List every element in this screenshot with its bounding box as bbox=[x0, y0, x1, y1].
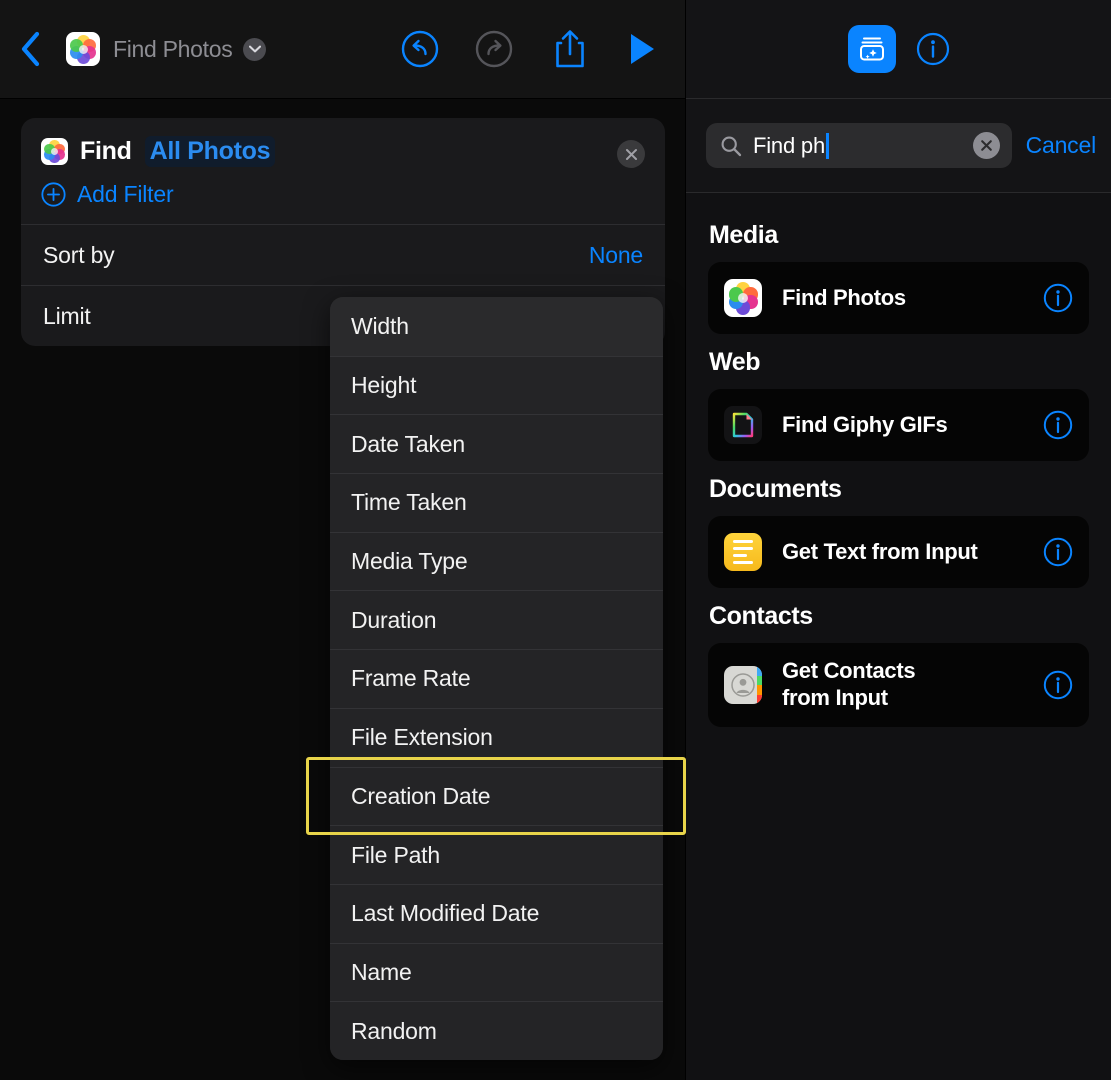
info-circle-icon[interactable] bbox=[1043, 537, 1073, 567]
section-header-web: Web bbox=[709, 348, 761, 376]
limit-label: Limit bbox=[43, 302, 91, 329]
gif-page-icon bbox=[732, 412, 754, 438]
sort-by-value[interactable]: None bbox=[589, 242, 643, 269]
redo-icon bbox=[475, 30, 513, 68]
redo-button[interactable] bbox=[465, 20, 523, 78]
contacts-app-icon bbox=[724, 666, 762, 704]
search-icon bbox=[721, 136, 742, 156]
find-title-row: Find All Photos bbox=[41, 136, 647, 167]
result-item-get-text-from-input[interactable]: Get Text from Input bbox=[708, 516, 1089, 588]
editor-toolbar: Find Photos bbox=[0, 0, 685, 99]
undo-button[interactable] bbox=[391, 20, 449, 78]
clear-search-button[interactable] bbox=[972, 132, 1000, 159]
section-header-documents: Documents bbox=[709, 475, 842, 503]
menu-item-creation-date[interactable]: Creation Date bbox=[330, 766, 663, 826]
back-button[interactable] bbox=[8, 25, 52, 73]
library-toolbar bbox=[686, 0, 1111, 99]
person-icon bbox=[731, 673, 755, 697]
cancel-search-button[interactable]: Cancel bbox=[1012, 132, 1111, 159]
menu-item-name[interactable]: Name bbox=[330, 942, 663, 1002]
chevron-down-icon bbox=[248, 45, 261, 53]
search-results-list: Media Find Photos Web Find Giphy GIFs Do… bbox=[686, 193, 1111, 727]
result-item-get-contacts-from-input[interactable]: Get Contacts from Input bbox=[708, 643, 1089, 727]
shortcut-editor-panel: Find Photos Find All Photos Add Filter S… bbox=[0, 0, 686, 1080]
section-header-media: Media bbox=[709, 221, 778, 249]
play-icon bbox=[631, 34, 654, 64]
find-card-header: Find All Photos Add Filter bbox=[21, 118, 665, 224]
result-item-label: Get Contacts from Input bbox=[782, 658, 916, 710]
menu-item-height[interactable]: Height bbox=[330, 355, 663, 415]
menu-item-file-path[interactable]: File Path bbox=[330, 825, 663, 884]
share-button[interactable] bbox=[541, 20, 599, 78]
photos-app-icon bbox=[724, 279, 762, 317]
info-circle-icon[interactable] bbox=[1043, 283, 1073, 313]
menu-item-file-extension[interactable]: File Extension bbox=[330, 707, 663, 767]
share-icon bbox=[556, 30, 584, 68]
chevron-left-icon bbox=[21, 31, 40, 67]
result-item-find-giphy-gifs[interactable]: Find Giphy GIFs bbox=[708, 389, 1089, 461]
result-item-label: Find Giphy GIFs bbox=[782, 411, 948, 437]
search-input-value: Find ph bbox=[753, 132, 825, 158]
menu-item-time-taken[interactable]: Time Taken bbox=[330, 473, 663, 532]
result-item-label: Find Photos bbox=[782, 284, 906, 310]
find-source-token[interactable]: All Photos bbox=[144, 136, 276, 167]
menu-item-random[interactable]: Random bbox=[330, 1001, 663, 1060]
info-circle-icon bbox=[916, 32, 949, 66]
close-icon bbox=[625, 148, 637, 160]
undo-icon bbox=[401, 30, 439, 68]
search-bar-row: Find ph Cancel bbox=[686, 99, 1111, 193]
find-action-label: Find bbox=[80, 137, 132, 165]
result-item-label: Get Text from Input bbox=[782, 538, 978, 564]
menu-item-last-modified-date[interactable]: Last Modified Date bbox=[330, 883, 663, 943]
menu-item-media-type[interactable]: Media Type bbox=[330, 531, 663, 591]
add-filter-label: Add Filter bbox=[77, 181, 174, 207]
shortcut-title: Find Photos bbox=[113, 35, 233, 62]
clear-icon bbox=[980, 140, 992, 151]
library-info-button[interactable] bbox=[916, 32, 950, 66]
menu-item-date-taken[interactable]: Date Taken bbox=[330, 414, 663, 474]
sort-by-label: Sort by bbox=[43, 241, 115, 268]
info-circle-icon[interactable] bbox=[1043, 410, 1073, 440]
section-header-contacts: Contacts bbox=[709, 602, 813, 630]
app-screen: Find Photos Find All Photos Add Filter S… bbox=[0, 0, 1111, 1080]
menu-item-frame-rate[interactable]: Frame Rate bbox=[330, 649, 663, 708]
shortcuts-library-button[interactable] bbox=[847, 25, 896, 73]
title-dropdown-button[interactable] bbox=[243, 37, 267, 61]
search-input[interactable]: Find ph bbox=[706, 123, 1012, 168]
photos-app-icon bbox=[66, 32, 100, 66]
plus-circle-icon bbox=[41, 182, 66, 207]
giphy-app-icon bbox=[724, 406, 762, 444]
shortcuts-library-icon bbox=[859, 37, 884, 61]
remove-action-button[interactable] bbox=[617, 140, 645, 168]
menu-item-width[interactable]: Width bbox=[330, 297, 663, 356]
photos-app-icon bbox=[41, 138, 68, 165]
contacts-tab-stripe bbox=[757, 666, 762, 704]
action-library-panel: Find ph Cancel Media Find Photos Web Fin… bbox=[686, 0, 1111, 1080]
add-filter-button[interactable]: Add Filter bbox=[41, 181, 647, 208]
text-cursor bbox=[825, 132, 829, 159]
sort-by-row[interactable]: Sort by None bbox=[21, 225, 665, 285]
text-document-icon bbox=[724, 533, 762, 571]
menu-item-duration[interactable]: Duration bbox=[330, 590, 663, 650]
run-button[interactable] bbox=[613, 20, 671, 78]
sort-by-dropdown-menu[interactable]: Width Height Date Taken Time Taken Media… bbox=[330, 297, 663, 1060]
info-circle-icon[interactable] bbox=[1043, 670, 1073, 700]
result-item-find-photos[interactable]: Find Photos bbox=[708, 262, 1089, 334]
